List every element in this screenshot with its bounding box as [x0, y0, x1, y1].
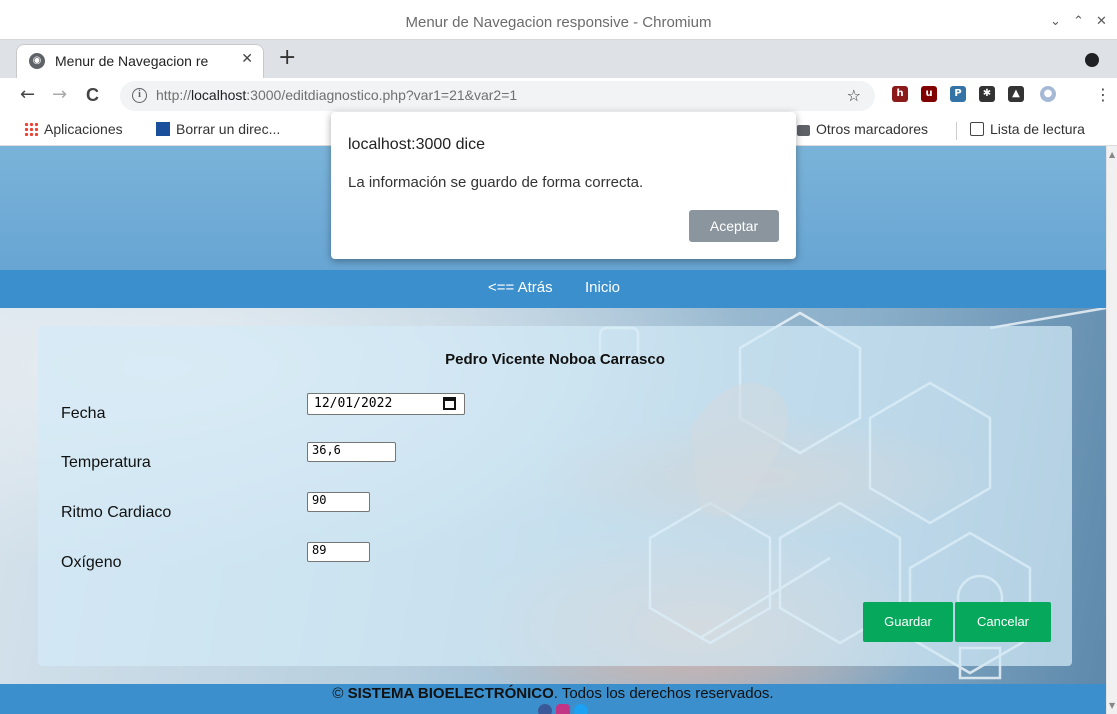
- close-tab-icon[interactable]: ✕: [241, 51, 253, 67]
- tab-title: Menur de Navegacion re: [55, 53, 209, 69]
- patient-name: Pedro Vicente Noboa Carrasco: [445, 351, 665, 368]
- tab-active[interactable]: ◉ Menur de Navegacion re ✕: [16, 44, 264, 78]
- profile-icon[interactable]: ●: [1040, 86, 1056, 102]
- close-window-button[interactable]: ✕: [1096, 14, 1107, 29]
- window-titlebar: Menur de Navegacion responsive - Chromiu…: [0, 0, 1117, 40]
- nav-back-link[interactable]: <== Atrás: [488, 279, 553, 296]
- oxigeno-input[interactable]: 89: [307, 542, 370, 562]
- reload-button[interactable]: C: [86, 85, 99, 105]
- puzzle-icon[interactable]: ✱: [979, 86, 995, 102]
- window-title: Menur de Navegacion responsive - Chromiu…: [405, 14, 712, 31]
- flask-icon[interactable]: ▲: [1008, 86, 1024, 102]
- forward-button[interactable]: →: [52, 85, 67, 105]
- dialog-message: La información se guardo de forma correc…: [348, 174, 644, 191]
- h-extension-icon[interactable]: h: [892, 86, 908, 102]
- minimize-button[interactable]: ⌄: [1050, 14, 1061, 29]
- scroll-up-icon[interactable]: ▲: [1109, 150, 1115, 159]
- temperatura-input[interactable]: 36,6: [307, 442, 396, 462]
- oxigeno-label: Oxígeno: [61, 554, 122, 571]
- back-button[interactable]: ←: [20, 85, 35, 105]
- globe-icon: ◉: [29, 53, 45, 69]
- aceptar-button[interactable]: Aceptar: [689, 210, 779, 242]
- calendar-icon[interactable]: [443, 397, 456, 410]
- browser-menu-icon[interactable]: ⋮: [1095, 85, 1111, 105]
- instagram-icon[interactable]: [556, 704, 570, 714]
- tab-strip: ◉ Menur de Navegacion re ✕ +: [0, 40, 1117, 78]
- address-bar[interactable]: i http://localhost:3000/editdiagnostico.…: [120, 81, 875, 111]
- twitter-icon[interactable]: [574, 704, 588, 714]
- fecha-label: Fecha: [61, 405, 106, 422]
- ublock-icon[interactable]: u: [921, 86, 937, 102]
- site-navbar: <== Atrás Inicio: [0, 270, 1106, 308]
- temperatura-label: Temperatura: [61, 454, 151, 471]
- alert-dialog: localhost:3000 dice La información se gu…: [331, 112, 796, 259]
- apps-grid-icon: [24, 122, 38, 136]
- bookmark-other[interactable]: Otros marcadores: [797, 121, 928, 137]
- site-footer: © SISTEMA BIOELECTRÓNICO. Todos los dere…: [0, 684, 1106, 714]
- profile-menu-icon[interactable]: [1085, 53, 1099, 67]
- bookmark-star-icon[interactable]: ☆: [847, 86, 861, 105]
- footer-copyright: © SISTEMA BIOELECTRÓNICO. Todos los dere…: [332, 685, 774, 702]
- python-icon[interactable]: P: [950, 86, 966, 102]
- ritmo-cardiaco-label: Ritmo Cardiaco: [61, 504, 172, 521]
- bookmark-apps[interactable]: Aplicaciones: [24, 121, 123, 137]
- scroll-down-icon[interactable]: ▼: [1109, 701, 1115, 710]
- ritmo-cardiaco-input[interactable]: 90: [307, 492, 370, 512]
- url-text[interactable]: http://localhost:3000/editdiagnostico.ph…: [156, 87, 517, 103]
- bookmark-item[interactable]: Borrar un direc...: [156, 121, 280, 137]
- bookmark-divider: [956, 122, 957, 140]
- bookmark-favicon-icon: [156, 122, 170, 136]
- nav-home-link[interactable]: Inicio: [585, 279, 620, 296]
- page-scrollbar[interactable]: ▲ ▼: [1106, 146, 1117, 714]
- folder-icon: [797, 125, 810, 136]
- cancelar-button[interactable]: Cancelar: [955, 602, 1051, 642]
- guardar-button[interactable]: Guardar: [863, 602, 953, 642]
- reading-list-icon: [970, 122, 984, 136]
- maximize-button[interactable]: ⌃: [1073, 14, 1084, 29]
- reading-list[interactable]: Lista de lectura: [970, 121, 1085, 137]
- site-info-icon[interactable]: i: [132, 88, 147, 103]
- new-tab-button[interactable]: +: [278, 47, 296, 69]
- diagnostic-form-panel: Pedro Vicente Noboa Carrasco Fecha 12/01…: [38, 326, 1072, 666]
- facebook-icon[interactable]: [538, 704, 552, 714]
- fecha-date-input[interactable]: 12/01/2022: [307, 393, 465, 415]
- dialog-title: localhost:3000 dice: [348, 136, 485, 153]
